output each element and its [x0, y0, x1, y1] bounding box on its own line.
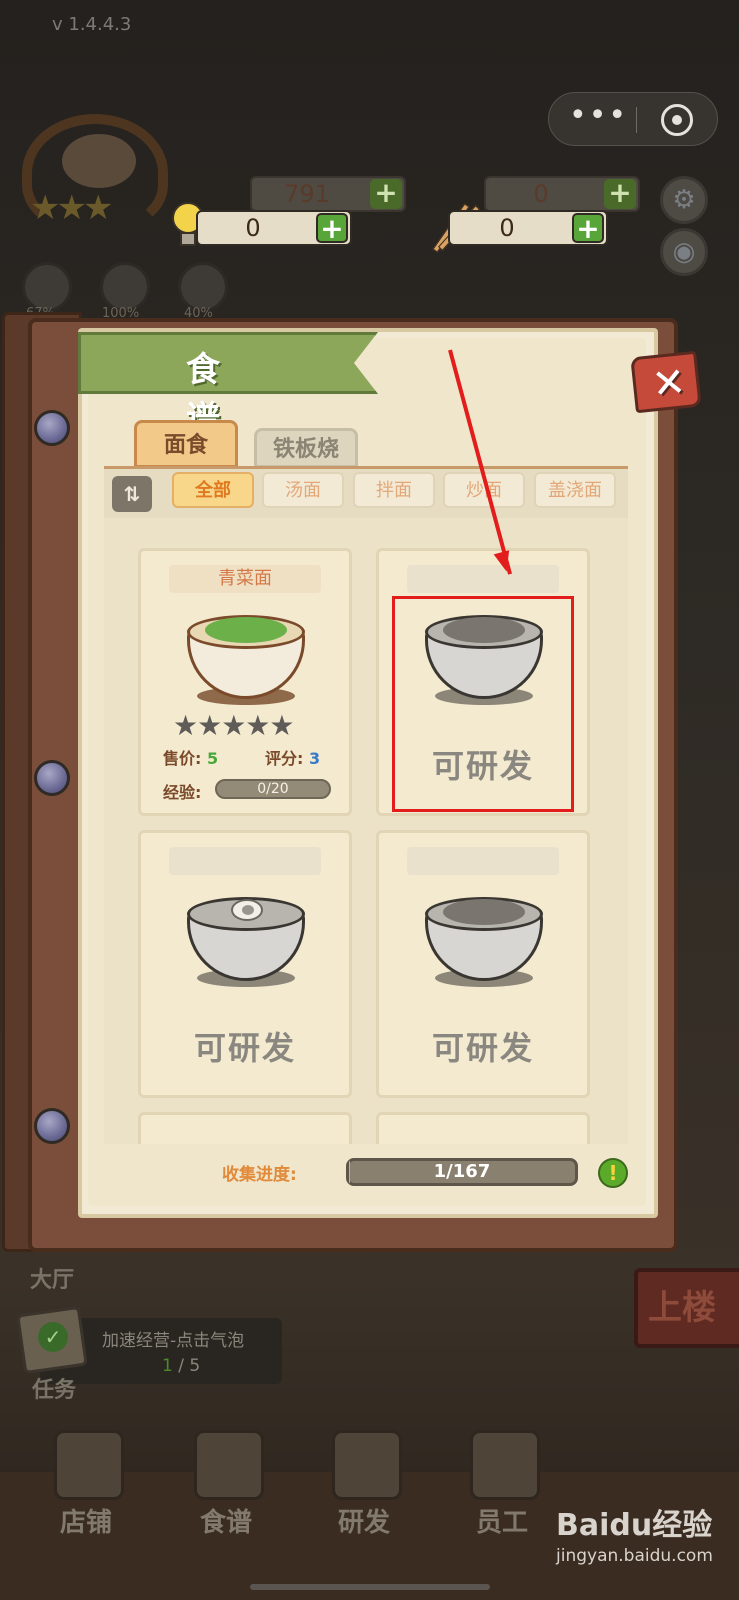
develop-label: 可研发 — [431, 1029, 534, 1067]
chopsticks-value: 0 — [499, 214, 515, 242]
add-gems-button[interactable]: + — [604, 179, 636, 209]
hint-exclamation-icon[interactable]: ! — [598, 1158, 628, 1188]
score-label: 评分: — [265, 749, 304, 768]
book-ring-icon — [34, 410, 70, 446]
shop-icon — [54, 1430, 124, 1500]
nav-staff[interactable]: 员工 — [452, 1430, 552, 1570]
tab-teppanyaki[interactable]: 铁板烧 — [254, 428, 358, 468]
add-coins-button[interactable]: + — [370, 179, 402, 209]
recipe-card-locked[interactable]: 可研发 — [138, 830, 352, 1098]
more-dots-icon[interactable]: ••• — [569, 101, 627, 137]
badge-bowl-icon — [62, 134, 136, 188]
baidu-watermark: Baidu经验 jingyan.baidu.com — [556, 1500, 726, 1566]
nav-recipes-label: 食谱 — [199, 1508, 252, 1538]
filter-soup-noodles[interactable]: 汤面 — [262, 472, 344, 508]
coins-counter: 791 + — [250, 176, 406, 212]
price-value: 5 — [206, 749, 219, 768]
miniprogram-capsule[interactable]: ••• — [548, 92, 718, 146]
target-circle-icon[interactable] — [661, 104, 693, 136]
baidu-url: jingyan.baidu.com — [556, 1546, 713, 1566]
recipe-name — [169, 847, 321, 875]
recipe-card-locked[interactable]: 可研发 — [376, 830, 590, 1098]
chopsticks-counter: 0 + — [448, 210, 608, 246]
price-row: 售价: 5 — [163, 745, 218, 769]
hall-label[interactable]: 大厅 — [30, 1262, 74, 1294]
collection-progress-text: 1/167 — [433, 1161, 491, 1182]
gems-counter: 0 + — [484, 176, 640, 212]
ideas-counter: 0 + — [196, 210, 352, 246]
nav-research-label: 研发 — [337, 1508, 390, 1538]
task-progress: 1 / 5 — [162, 1356, 200, 1376]
annotation-highlight-box — [392, 596, 574, 812]
filter-all[interactable]: 全部 — [172, 472, 254, 508]
add-ideas-button[interactable]: + — [316, 213, 348, 243]
task-total: / 5 — [172, 1356, 201, 1376]
exp-label: 经验: — [163, 783, 202, 802]
capsule-divider — [636, 107, 637, 133]
task-title: 加速经营-点击气泡 — [102, 1331, 245, 1351]
add-chopsticks-button[interactable]: + — [572, 213, 604, 243]
recipe-card-partial[interactable] — [138, 1112, 352, 1144]
settings-gear-icon[interactable]: ⚙ — [660, 176, 708, 224]
sort-icon[interactable]: ⇅ — [112, 476, 152, 512]
green-noodle-bowl-icon — [187, 607, 305, 707]
egg-noodle-bowl-icon — [187, 889, 305, 989]
recipe-card-qingcai[interactable]: 青菜面 ★★★★★ 售价: 5 评分: 3 经验: 0/20 — [138, 548, 352, 816]
tab-noodles[interactable]: 面食 — [134, 420, 238, 468]
develop-label: 可研发 — [193, 1029, 296, 1067]
score-value: 3 — [308, 749, 321, 768]
nav-shop-label: 店铺 — [59, 1508, 112, 1538]
chef-staff-icon — [470, 1430, 540, 1500]
recipe-name: 青菜面 — [169, 565, 321, 593]
nav-staff-label: 员工 — [475, 1508, 528, 1538]
collection-progress-label: 收集进度: — [222, 1165, 297, 1185]
camera-icon[interactable]: ◉ — [660, 228, 708, 276]
close-icon[interactable]: ✕ — [650, 359, 688, 408]
gems-value: 0 — [533, 180, 549, 208]
filter-mixed-noodles[interactable]: 拌面 — [353, 472, 435, 508]
stat-service-icon — [100, 262, 150, 312]
version-label: v 1.4.4.3 — [52, 14, 132, 35]
stat-seat-icon — [22, 262, 72, 312]
book-ring-icon — [34, 760, 70, 796]
upstairs-button[interactable]: 上楼 — [634, 1268, 739, 1348]
filter-rice-topping-noodles[interactable]: 盖浇面 — [534, 472, 616, 508]
recipe-name — [407, 565, 559, 593]
price-label: 售价: — [163, 749, 202, 768]
task-done: 1 — [162, 1356, 173, 1376]
recipe-book-icon — [194, 1430, 264, 1500]
badge-stars-icon: ★★★ — [30, 188, 113, 228]
coins-value: 791 — [284, 180, 330, 208]
rating-stars-icon: ★★★★★ — [173, 709, 295, 742]
score-row: 评分: 3 — [265, 745, 320, 769]
restaurant-badge[interactable]: ★★★ — [14, 108, 174, 238]
task-check-icon: ✓ — [38, 1322, 68, 1352]
nav-shop[interactable]: 店铺 — [36, 1430, 136, 1570]
nav-recipes[interactable]: 食谱 — [176, 1430, 276, 1570]
nav-research[interactable]: 研发 — [314, 1430, 414, 1570]
ideas-value: 0 — [245, 214, 261, 242]
close-button[interactable]: ✕ — [630, 350, 702, 414]
beef-noodle-bowl-icon — [425, 889, 543, 989]
recipe-name — [407, 847, 559, 875]
recipe-card-partial[interactable] — [376, 1112, 590, 1144]
book-ring-icon — [34, 1108, 70, 1144]
task-label[interactable]: 任务 — [32, 1372, 76, 1404]
cooking-pot-icon — [332, 1430, 402, 1500]
exp-bar: 0/20 — [215, 779, 331, 799]
home-indicator[interactable] — [250, 1584, 490, 1590]
stat-bowl-icon — [178, 262, 228, 312]
baidu-logo: Baidu经验 — [556, 1508, 713, 1543]
